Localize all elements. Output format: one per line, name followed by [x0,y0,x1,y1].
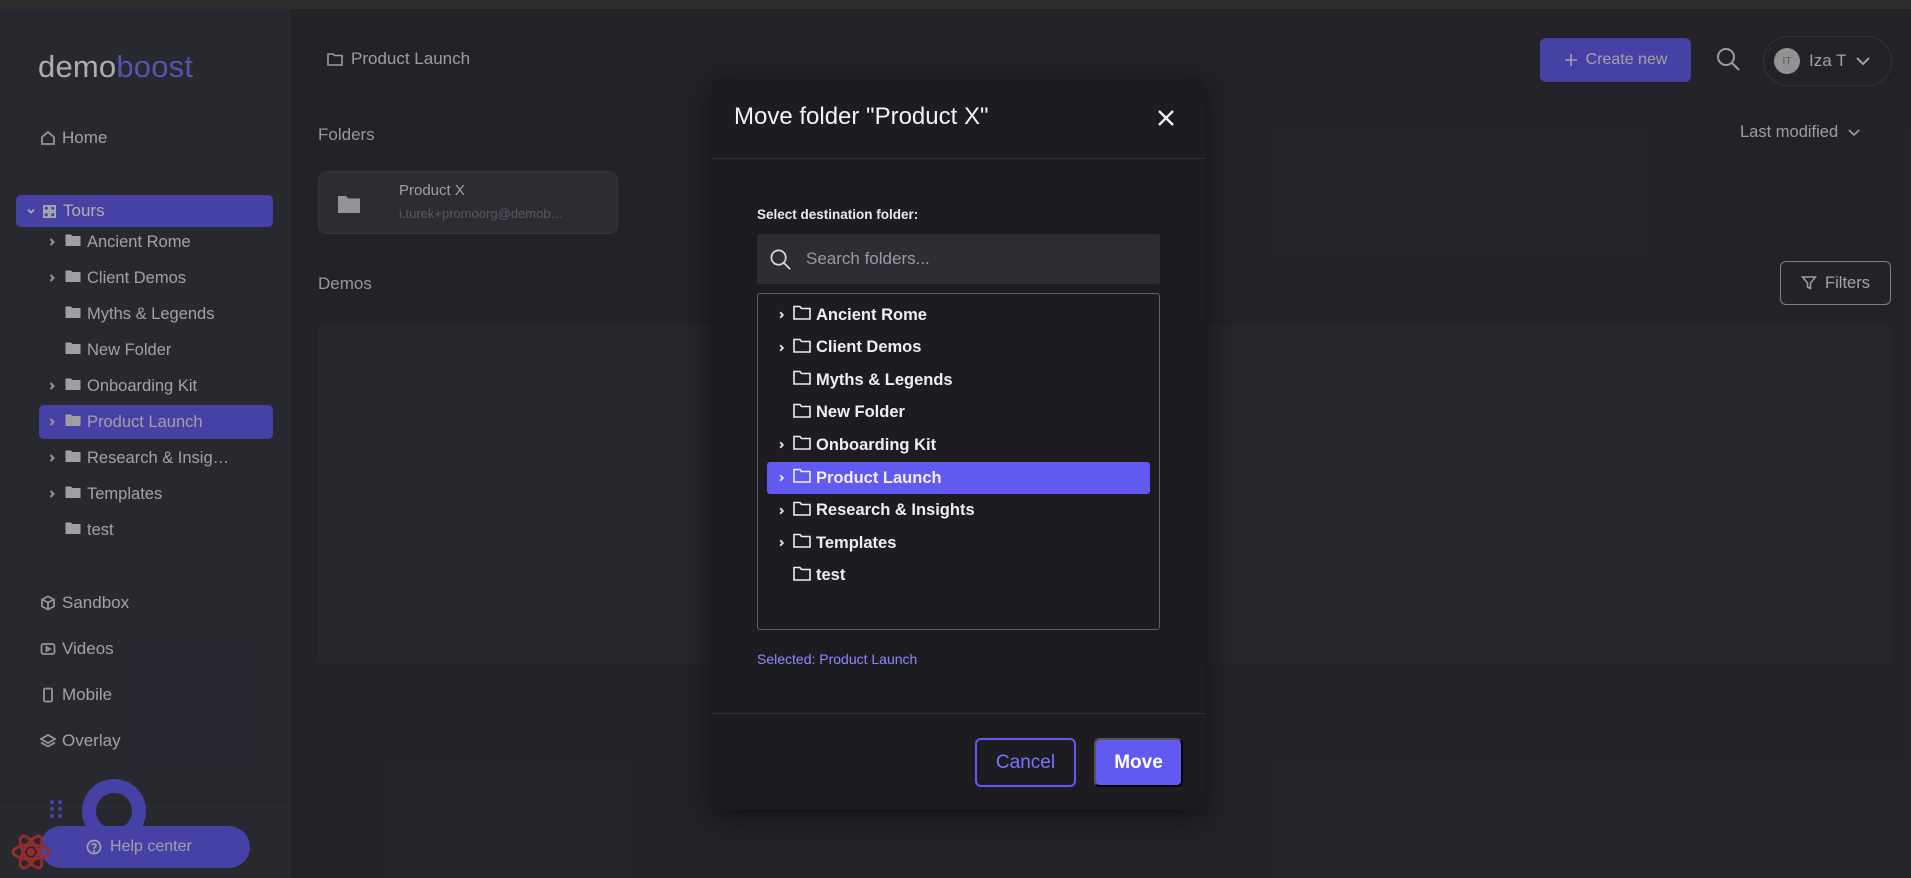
chevron-right-icon[interactable] [774,310,788,320]
destination-folder-tree: Ancient Rome Client Demos Myths & Legends N… [757,293,1160,630]
destination-folder-label: Onboarding Kit [816,435,937,454]
destination-folder-label: Client Demos [816,338,922,357]
destination-folder-item[interactable]: Ancient Rome [767,299,1150,331]
destination-folder-label: test [816,566,846,585]
move-button[interactable]: Move [1094,738,1183,787]
chevron-right-icon[interactable] [774,506,788,516]
destination-folder-item[interactable]: New Folder [767,397,1150,429]
folder-icon [793,566,811,586]
dialog-title: Move folder "Product X" [734,103,989,130]
move-folder-dialog: Move folder "Product X" Select destinati… [712,77,1205,809]
destination-folder-item[interactable]: test [767,560,1150,592]
destination-folder-label: Myths & Legends [816,370,953,389]
chevron-right-icon[interactable] [774,538,788,548]
search-folders-input[interactable]: Search folders... [757,234,1160,284]
destination-folder-item[interactable]: Product Launch [767,462,1150,494]
selected-destination: Selected: Product Launch [757,651,918,667]
destination-folder-item[interactable]: Onboarding Kit [767,429,1150,461]
destination-folder-label: New Folder [816,403,905,422]
destination-folder-label: Ancient Rome [816,305,927,324]
search-placeholder: Search folders... [806,249,930,268]
destination-folder-item[interactable]: Client Demos [767,332,1150,364]
folder-icon [793,468,811,488]
dialog-divider [712,158,1205,159]
folder-icon [793,305,811,325]
folder-icon [793,403,811,423]
close-icon[interactable] [1152,104,1180,132]
folder-icon [793,338,811,358]
destination-folder-label: Templates [816,533,897,552]
destination-label: Select destination folder: [757,207,919,222]
chevron-right-icon[interactable] [774,440,788,450]
chevron-right-icon[interactable] [774,473,788,483]
folder-icon [793,435,811,455]
folder-icon [793,533,811,553]
destination-folder-item[interactable]: Templates [767,527,1150,559]
chevron-right-icon[interactable] [774,343,788,353]
destination-folder-item[interactable]: Myths & Legends [767,364,1150,396]
search-icon [770,249,791,270]
destination-folder-item[interactable]: Research & Insights [767,495,1150,527]
folder-icon [793,370,811,390]
dialog-footer-divider [712,713,1205,714]
destination-folder-label: Research & Insights [816,501,975,520]
destination-folder-label: Product Launch [816,468,942,487]
cancel-button[interactable]: Cancel [975,738,1076,787]
folder-icon [793,501,811,521]
